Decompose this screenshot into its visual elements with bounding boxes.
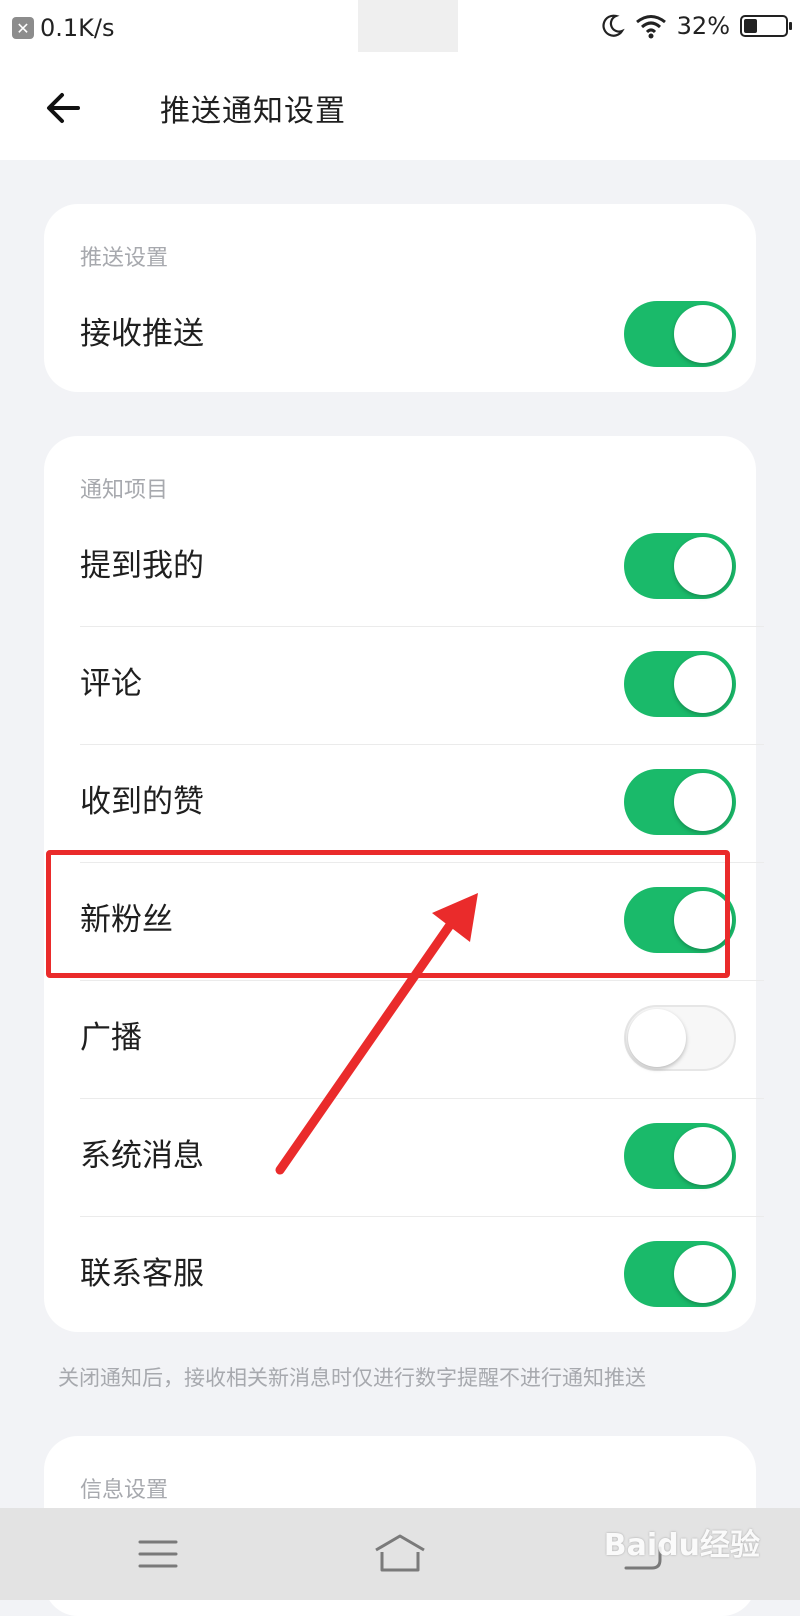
network-speed: 0.1K/s [40,14,115,42]
setting-label: 广播 [80,1020,142,1056]
setting-row-contact-support: 联系客服 [80,1216,736,1332]
page-header: 推送通知设置 [0,56,800,160]
back-button[interactable] [40,84,88,132]
menu-icon [138,1540,178,1568]
blurred-status-area [358,0,458,52]
push-settings-card: 推送设置 接收推送 [44,204,756,392]
comments-toggle[interactable] [624,651,736,717]
setting-label: 评论 [80,666,142,702]
broadcast-toggle[interactable] [624,1005,736,1071]
setting-label: 收到的赞 [80,784,204,820]
toggle-knob [628,1009,686,1067]
setting-label: 接收推送 [80,316,204,352]
setting-row-mentions: 提到我的 [80,508,736,624]
toggle-knob [674,1127,732,1185]
toggle-knob [674,1245,732,1303]
toggle-knob [674,537,732,595]
status-left: ✕ 0.1K/s [12,14,115,42]
toggle-knob [674,305,732,363]
setting-label: 提到我的 [80,548,204,584]
watermark-logo: Baidu经验 [603,1528,760,1563]
annotation-highlight-box [46,850,730,978]
setting-row-receive-push: 接收推送 [80,276,736,392]
likes-toggle[interactable] [624,769,736,835]
battery-icon [740,15,792,37]
moon-icon [602,14,625,37]
section-label-push: 推送设置 [80,246,169,271]
status-bar: ✕ 0.1K/s 32% [0,0,800,56]
setting-row-comments: 评论 [80,626,736,742]
section-label-notify: 通知项目 [80,478,169,503]
notification-footnote: 关闭通知后，接收相关新消息时仅进行数字提醒不进行通知推送 [58,1366,646,1390]
page-title: 推送通知设置 [160,94,346,129]
battery-level [744,19,757,33]
battery-percentage: 32% [676,12,730,40]
contact-support-toggle[interactable] [624,1241,736,1307]
menu-button[interactable] [128,1528,188,1580]
system-messages-toggle[interactable] [624,1123,736,1189]
setting-row-broadcast: 广播 [80,980,736,1096]
home-button[interactable] [370,1528,430,1580]
status-right: 32% [599,12,792,40]
close-notification-icon: ✕ [12,17,34,39]
home-icon [375,1534,425,1572]
section-label-info: 信息设置 [80,1478,169,1503]
mentions-toggle[interactable] [624,533,736,599]
toggle-knob [674,773,732,831]
setting-row-likes: 收到的赞 [80,744,736,860]
setting-row-system-messages: 系统消息 [80,1098,736,1214]
setting-label: 联系客服 [80,1256,204,1292]
wifi-icon [635,15,666,39]
back-arrow-icon [47,93,80,123]
toggle-knob [674,655,732,713]
setting-label: 系统消息 [80,1138,204,1174]
receive-push-toggle[interactable] [624,301,736,367]
